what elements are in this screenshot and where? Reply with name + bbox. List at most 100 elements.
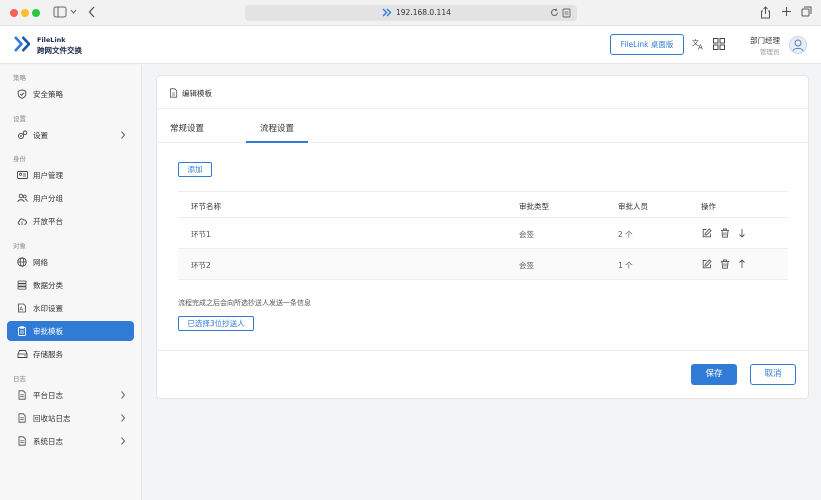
chevron-down-icon[interactable] — [70, 9, 77, 15]
page-title: 编辑模板 — [182, 89, 212, 98]
tab-general-settings[interactable]: 常规设置 — [170, 122, 204, 134]
sidebar-item-label: 系统日志 — [33, 437, 63, 446]
minimize-window-button[interactable] — [21, 9, 29, 17]
divider — [157, 350, 808, 351]
desktop-version-button[interactable]: FileLink 桌面版 — [610, 34, 684, 55]
edit-document-icon — [169, 88, 178, 98]
reader-icon[interactable] — [562, 8, 571, 18]
delete-icon[interactable] — [720, 259, 730, 269]
sidebar-item-settings[interactable]: 设置 — [7, 125, 134, 145]
share-icon[interactable] — [760, 6, 771, 19]
sidebar-item-platform-log[interactable]: 平台日志 — [7, 385, 134, 405]
chevron-right-icon — [120, 390, 126, 400]
svg-text:A: A — [698, 44, 703, 51]
sidebar-item-label: 回收站日志 — [33, 414, 71, 423]
section-label-strategy: 策略 — [13, 74, 26, 82]
move-up-icon[interactable] — [738, 259, 746, 269]
tab-flow-settings[interactable]: 流程设置 — [260, 122, 294, 134]
save-button[interactable]: 保存 — [691, 364, 737, 385]
sidebar-item-open-platform[interactable]: 开放平台 — [7, 211, 134, 231]
reload-icon[interactable] — [550, 8, 559, 17]
tab-bar: 常规设置 流程设置 — [157, 109, 808, 143]
zoom-window-button[interactable] — [32, 9, 40, 17]
section-label-objects: 对象 — [13, 242, 26, 250]
sidebar-item-data-classification[interactable]: 数据分类 — [7, 275, 134, 295]
avatar[interactable] — [789, 36, 807, 54]
sidebar: 策略 安全策略 设置 设置 身份 用户管理 用户分组 开放平台 对象 网络 数据… — [0, 65, 142, 500]
add-step-button[interactable]: 添加 — [178, 162, 212, 177]
app-header: FileLink 跨网文件交换 FileLink 桌面版 文A 部门经理 管理员 — [0, 26, 821, 64]
column-header-actions: 操作 — [701, 202, 716, 211]
document-icon — [17, 436, 27, 446]
step-name-cell: 环节2 — [191, 261, 211, 270]
sidebar-item-label: 用户分组 — [33, 194, 63, 203]
sidebar-item-label: 存储服务 — [33, 350, 63, 359]
watermark-icon: A — [17, 303, 27, 313]
sidebar-item-label: 审批模板 — [33, 327, 63, 336]
back-icon[interactable] — [88, 6, 96, 18]
gears-icon — [17, 130, 28, 140]
layers-icon — [17, 280, 27, 290]
sidebar-item-label: 用户管理 — [33, 171, 63, 180]
delete-icon[interactable] — [720, 228, 730, 238]
sidebar-item-label: 设置 — [33, 131, 48, 140]
cancel-button[interactable]: 取消 — [750, 364, 796, 385]
user-role: 管理员 — [760, 48, 780, 56]
sidebar-item-watermark[interactable]: A 水印设置 — [7, 298, 134, 318]
sidebar-item-system-log[interactable]: 系统日志 — [7, 431, 134, 451]
sidebar-item-label: 平台日志 — [33, 391, 63, 400]
address-bar[interactable]: 192.168.0.114 — [245, 5, 577, 21]
approval-type-cell: 会签 — [519, 230, 534, 239]
sidebar-toggle-icon[interactable] — [53, 6, 67, 18]
svg-text:A: A — [20, 307, 24, 313]
sidebar-item-users[interactable]: 用户管理 — [7, 165, 134, 185]
document-icon — [17, 390, 27, 400]
sidebar-item-approval-template[interactable]: 审批模板 — [7, 321, 134, 341]
edit-template-card: 编辑模板 常规设置 流程设置 添加 环节名称 审批类型 审批人员 操作 环节1 … — [156, 75, 809, 399]
step-name-cell: 环节1 — [191, 230, 211, 239]
sidebar-item-label: 安全策略 — [33, 90, 63, 99]
browser-toolbar: 192.168.0.114 — [0, 0, 821, 26]
apps-grid-icon[interactable] — [713, 38, 725, 50]
approval-type-cell: 会签 — [519, 261, 534, 270]
cc-recipients-button[interactable]: 已选择3位抄送人 — [178, 316, 254, 331]
chevron-right-icon — [120, 436, 126, 446]
column-header-step-name: 环节名称 — [191, 202, 221, 211]
sidebar-item-storage[interactable]: 存储服务 — [7, 344, 134, 364]
globe-icon — [17, 257, 27, 267]
new-tab-icon[interactable] — [781, 6, 792, 17]
sidebar-item-security[interactable]: 安全策略 — [7, 84, 134, 104]
section-label-settings: 设置 — [13, 115, 26, 123]
id-card-icon — [17, 170, 28, 180]
chevron-right-icon — [120, 413, 126, 423]
clipboard-icon — [17, 326, 27, 336]
column-header-approvers: 审批人员 — [618, 202, 648, 211]
sidebar-item-label: 数据分类 — [33, 281, 63, 290]
cc-note: 流程完成之后会向所选抄送人发送一条信息 — [178, 299, 311, 307]
move-down-icon[interactable] — [738, 228, 746, 238]
approver-count-cell: 1 个 — [618, 261, 633, 270]
edit-icon[interactable] — [702, 259, 712, 269]
tab-overview-icon[interactable] — [801, 6, 812, 17]
shield-icon — [17, 89, 27, 99]
sidebar-item-label: 网络 — [33, 258, 48, 267]
filelink-logo-icon — [13, 35, 33, 53]
user-name: 部门经理 — [750, 36, 780, 45]
table-row: 环节2 会签 1 个 — [178, 249, 788, 280]
sidebar-item-recycle-log[interactable]: 回收站日志 — [7, 408, 134, 428]
close-window-button[interactable] — [10, 9, 18, 17]
brand-name: FileLink — [37, 36, 66, 44]
table-header: 环节名称 审批类型 审批人员 操作 — [178, 191, 788, 218]
chevron-right-icon — [120, 130, 126, 140]
section-label-logs: 日志 — [13, 375, 26, 383]
site-logo-icon — [382, 8, 392, 17]
sidebar-item-label: 开放平台 — [33, 217, 63, 226]
storage-icon — [17, 349, 28, 359]
active-tab-indicator — [246, 141, 308, 143]
sidebar-item-groups[interactable]: 用户分组 — [7, 188, 134, 208]
approver-count-cell: 2 个 — [618, 230, 633, 239]
brand-subtitle: 跨网文件交换 — [37, 46, 82, 55]
translate-icon[interactable]: 文A — [692, 38, 705, 50]
sidebar-item-network[interactable]: 网络 — [7, 252, 134, 272]
edit-icon[interactable] — [702, 228, 712, 238]
